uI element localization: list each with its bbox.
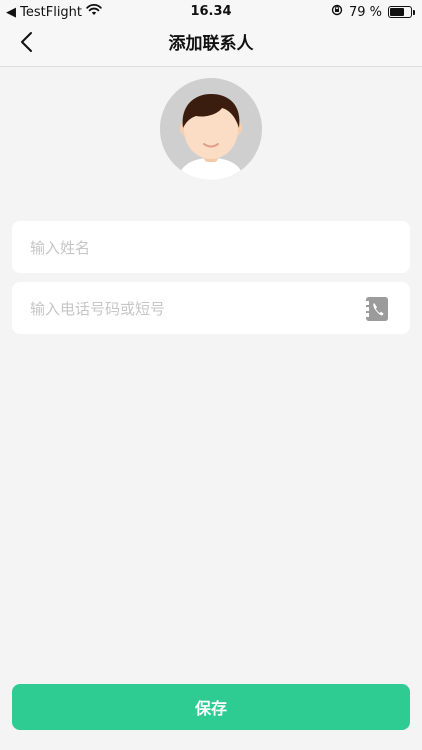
chevron-left-icon: [19, 31, 33, 57]
avatar[interactable]: [160, 78, 262, 180]
avatar-illustration: [160, 78, 262, 180]
phone-input[interactable]: [28, 282, 362, 336]
navigation-bar: 添加联系人: [0, 22, 422, 67]
back-button[interactable]: [10, 28, 42, 60]
battery-icon: [388, 6, 415, 18]
name-input[interactable]: [28, 221, 362, 275]
phone-field-container: [12, 282, 410, 336]
battery-tip: [413, 10, 415, 15]
battery-fill: [390, 8, 405, 16]
name-field-container: [12, 221, 410, 275]
battery-percentage: 79 %: [348, 4, 382, 20]
status-bar: ◀ TestFlight 16.34 79 %: [0, 0, 422, 22]
status-right: 79 %: [331, 4, 415, 20]
orientation-lock-icon: [331, 4, 343, 20]
contact-book-icon: [366, 297, 388, 325]
contact-book-button[interactable]: [366, 297, 388, 321]
page-title: 添加联系人: [168, 34, 254, 54]
save-button[interactable]: 保存: [12, 684, 410, 730]
